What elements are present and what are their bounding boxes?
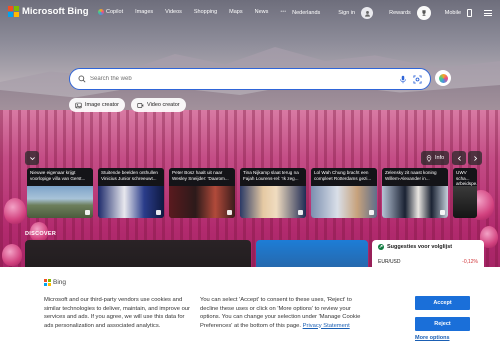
sign-in-link[interactable]: Sign in [338,10,355,16]
tulip [2,244,22,266]
news-card-image [240,186,306,218]
nav-label: ••• [280,9,287,15]
source-logo-icon [227,210,232,215]
news-card[interactable]: Nieuwe eigenaar krijgt voorlopige villa … [27,168,93,218]
stock-symbol: EUR/USD [378,259,401,265]
source-logo-icon [156,210,161,215]
news-card-image [382,186,448,218]
cookie-banner-brand: Bing [53,279,67,286]
hamburger-menu-icon[interactable] [484,10,492,16]
accept-button[interactable]: Accept [415,296,470,310]
info-label: Info [435,155,445,161]
source-logo-icon [440,210,445,215]
news-card-title: Zelensky zit naast koning Willem-Alexand… [382,168,448,186]
visual-search-icon[interactable] [413,74,422,84]
rewards-label[interactable]: Rewards [389,10,411,16]
mobile-phone-icon[interactable] [467,9,472,17]
video-creator-button[interactable]: Video creator [131,98,186,112]
video-creator-label: Video creator [147,102,180,108]
stock-change: -0,12% [462,259,478,265]
search-box[interactable] [69,68,431,90]
chevron-right-icon [473,155,477,161]
nav-label: Maps [229,9,243,15]
image-creator-button[interactable]: Image creator [69,98,125,112]
news-carousel: Nieuwe eigenaar krijgt voorlopige villa … [27,168,477,218]
search-icon [78,75,86,83]
image-creator-icon [75,102,82,108]
nav-label: Images [135,9,154,15]
news-card-image [311,186,377,218]
news-card[interactable]: UWV scha... arbeidspe... [453,168,477,218]
cookie-description: Microsoft and our third-party vendors us… [44,297,190,329]
nav-label: Shopping [193,9,218,15]
source-logo-icon [298,210,303,215]
cookie-consent-banner: Bing Microsoft and our third-party vendo… [0,267,500,348]
user-avatar-icon[interactable] [361,7,374,19]
bing-logo[interactable]: Microsoft Bing [8,6,89,17]
cookie-instructions: You can select 'Accept' to consent to th… [200,296,370,330]
microsoft-logo-icon [8,6,19,17]
news-card[interactable]: Stuitende beelden onthullen Vinicius Jun… [98,168,164,218]
nav-label: News [254,9,269,15]
news-card[interactable]: Peter Bosz haalt uit naar Wesley Sneijde… [169,168,235,218]
news-card[interactable]: Tina Nijkamp slaat terug na Fajah Louren… [240,168,306,218]
news-card[interactable]: Lol Wah Chung bracht een compleet Rotter… [311,168,377,218]
copilot-icon [438,73,448,83]
news-card-title: Tina Nijkamp slaat terug na Fajah Louren… [240,168,306,186]
news-card-title: UWV scha... arbeidspe... [453,168,477,186]
source-logo-icon [85,210,90,215]
header-actions: Nederlands Sign in Rewards Mobile [292,6,492,20]
news-card-image [169,186,235,218]
nav-news[interactable]: News [249,9,275,15]
image-info-button[interactable]: Info [421,151,450,165]
news-card-title: Nieuwe eigenaar krijgt voorlopige villa … [27,168,93,186]
nav-label: Videos [165,9,182,15]
brand-name: Microsoft Bing [22,6,89,17]
video-creator-icon [137,102,144,108]
microphone-icon[interactable] [399,75,407,84]
news-card-image [27,186,93,218]
cookie-banner-logo: Bing [44,279,66,286]
nav-copilot[interactable]: Copilot [92,9,129,15]
image-creator-label: Image creator [85,102,119,108]
watchlist-title: ↗ Suggesties voor volglijst [378,244,478,250]
trending-up-icon: ↗ [378,244,384,250]
stock-row[interactable]: EUR/USD -0,12% [378,259,478,265]
copilot-search-button[interactable] [435,70,451,86]
nav-images[interactable]: Images [129,9,159,15]
nav-maps[interactable]: Maps [223,9,248,15]
location-pin-icon [426,154,432,162]
news-card-title: Peter Bosz haalt uit naar Wesley Sneijde… [169,168,235,186]
copilot-icon [98,9,104,15]
discover-heading: DISCOVER [25,231,57,237]
news-card-title: Lol Wah Chung bracht een compleet Rotter… [311,168,377,186]
rewards-trophy-icon[interactable] [416,6,431,20]
nav-label: Copilot [106,9,124,15]
news-card[interactable]: Zelensky zit naast koning Willem-Alexand… [382,168,448,218]
top-nav: Copilot Images Videos Shopping Maps News… [92,9,292,15]
chevron-left-icon [457,155,461,161]
search-input[interactable] [90,76,399,82]
top-bar: Microsoft Bing Copilot Images Videos Sho… [0,0,500,26]
previous-image-button[interactable] [452,151,466,165]
region-selector[interactable]: Nederlands [292,10,320,16]
source-logo-icon [369,210,374,215]
next-image-button[interactable] [468,151,482,165]
more-options-link[interactable]: More options [415,335,450,341]
news-card-image [453,186,477,218]
news-card-title: Stuitende beelden onthullen Vinicius Jun… [98,168,164,186]
privacy-statement-link[interactable]: Privacy Statement [303,323,350,329]
nav-more[interactable]: ••• [274,9,292,15]
mobile-label[interactable]: Mobile [445,10,461,16]
microsoft-logo-icon [44,279,51,286]
reject-button[interactable]: Reject [415,317,470,331]
collapse-feed-button[interactable] [25,151,39,165]
news-card-image [98,186,164,218]
chevron-down-icon [29,156,35,160]
nav-shopping[interactable]: Shopping [188,9,223,15]
tulip [4,198,26,224]
nav-videos[interactable]: Videos [159,9,188,15]
watchlist-title-label: Suggesties voor volglijst [387,244,453,250]
